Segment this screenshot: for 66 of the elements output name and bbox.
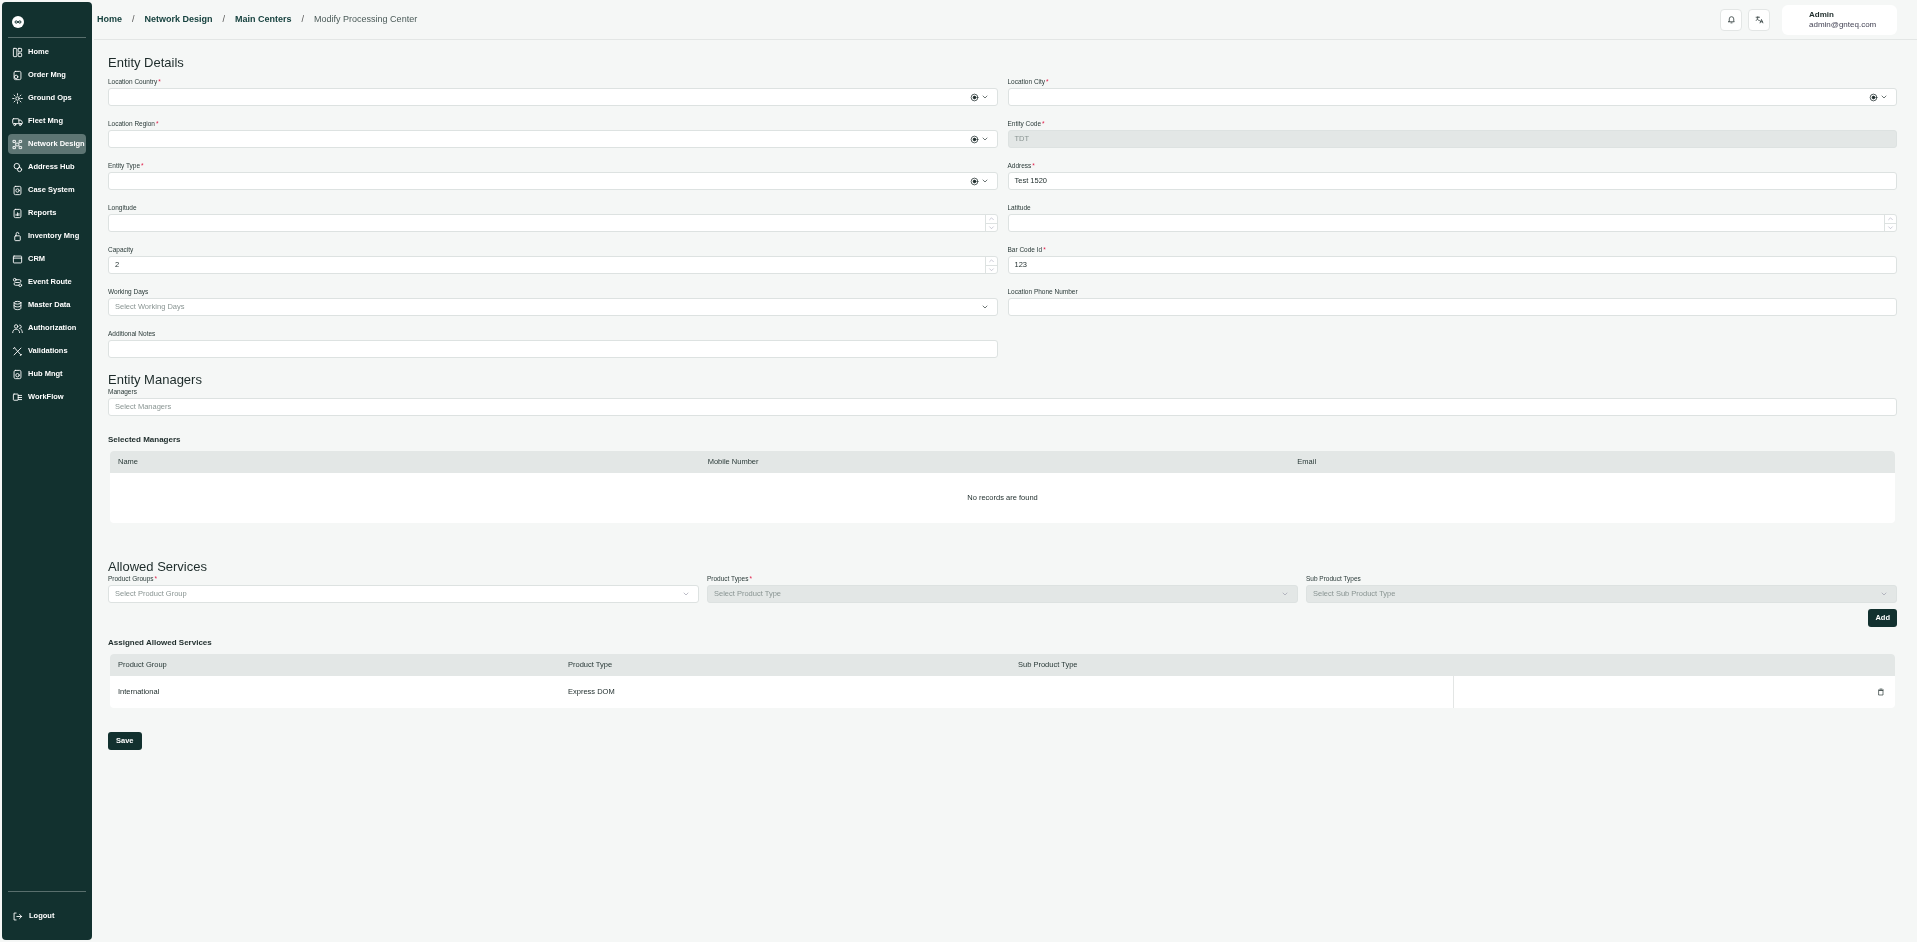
chevron-up-icon — [1885, 215, 1896, 223]
delete-button[interactable] — [1875, 686, 1887, 698]
chevron-down-icon — [980, 177, 989, 185]
input-field[interactable] — [108, 340, 998, 358]
clear-icon — [1869, 92, 1878, 102]
number-stepper[interactable] — [1884, 215, 1896, 231]
chevron-down-icon — [980, 93, 989, 101]
lock-icon — [12, 230, 23, 242]
logo-icon — [12, 16, 24, 28]
input-field[interactable] — [108, 214, 998, 232]
input-field[interactable] — [108, 130, 998, 148]
list-icon — [12, 391, 23, 403]
breadcrumb-separator: / — [132, 12, 135, 26]
breadcrumb-item[interactable]: Network Design — [144, 12, 213, 27]
truck-icon — [12, 115, 23, 127]
user-email: admin@gnteq.com — [1809, 19, 1878, 30]
subsection-title: Assigned Allowed Services — [108, 637, 213, 649]
sun-icon — [12, 92, 23, 104]
breadcrumb-item: Modify Processing Center — [314, 12, 418, 26]
chevron-down-icon — [1880, 590, 1888, 598]
document-icon — [12, 184, 23, 196]
users-icon — [12, 322, 23, 334]
input-field[interactable] — [1007, 214, 1897, 232]
number-stepper[interactable] — [984, 215, 997, 231]
route-icon — [12, 276, 23, 288]
user-name: Admin — [1809, 9, 1835, 20]
clear-icon — [969, 92, 979, 102]
database-icon — [12, 299, 23, 311]
input-field[interactable] — [1007, 298, 1897, 316]
trash-icon — [1877, 688, 1885, 696]
clear-icon — [969, 134, 979, 144]
chevron-down-icon — [985, 222, 997, 231]
window-icon — [12, 253, 23, 265]
document-icon — [12, 368, 23, 380]
clear-icon — [969, 176, 979, 186]
chevron-down-icon — [980, 135, 989, 143]
layout-icon — [12, 46, 23, 58]
subsection-title: Selected Managers — [108, 434, 182, 446]
input-field[interactable] — [1007, 88, 1897, 106]
notifications-button[interactable] — [1720, 8, 1742, 31]
breadcrumb-item[interactable]: Home — [97, 12, 122, 27]
tools-icon — [12, 345, 23, 357]
section-title: Allowed Services — [108, 559, 208, 575]
chevron-down-icon — [985, 264, 997, 273]
network-icon — [12, 138, 23, 150]
translate-icon — [1754, 15, 1764, 24]
breadcrumb-separator: / — [301, 12, 305, 26]
logout-icon — [12, 910, 23, 922]
report-icon — [12, 207, 23, 219]
chevron-down-icon — [1885, 222, 1896, 231]
section-title: Entity Details — [108, 55, 185, 71]
chevron-down-icon — [1880, 93, 1888, 101]
section-title: Entity Managers — [108, 372, 203, 388]
number-stepper[interactable] — [984, 257, 997, 273]
chevron-down-icon — [1281, 590, 1289, 598]
breadcrumb-separator: / — [222, 12, 226, 26]
box-icon — [12, 69, 23, 81]
input-field[interactable] — [108, 88, 998, 106]
input-field[interactable] — [108, 172, 998, 190]
breadcrumb-item[interactable]: Main Centers — [235, 12, 292, 27]
chevron-down-icon — [682, 590, 690, 598]
chevron-down-icon — [980, 303, 989, 311]
language-button[interactable] — [1748, 8, 1770, 31]
user-card[interactable]: Admin admin@gnteq.com — [1782, 4, 1897, 35]
location-pin-icon — [12, 161, 23, 173]
bell-icon — [1726, 15, 1736, 24]
